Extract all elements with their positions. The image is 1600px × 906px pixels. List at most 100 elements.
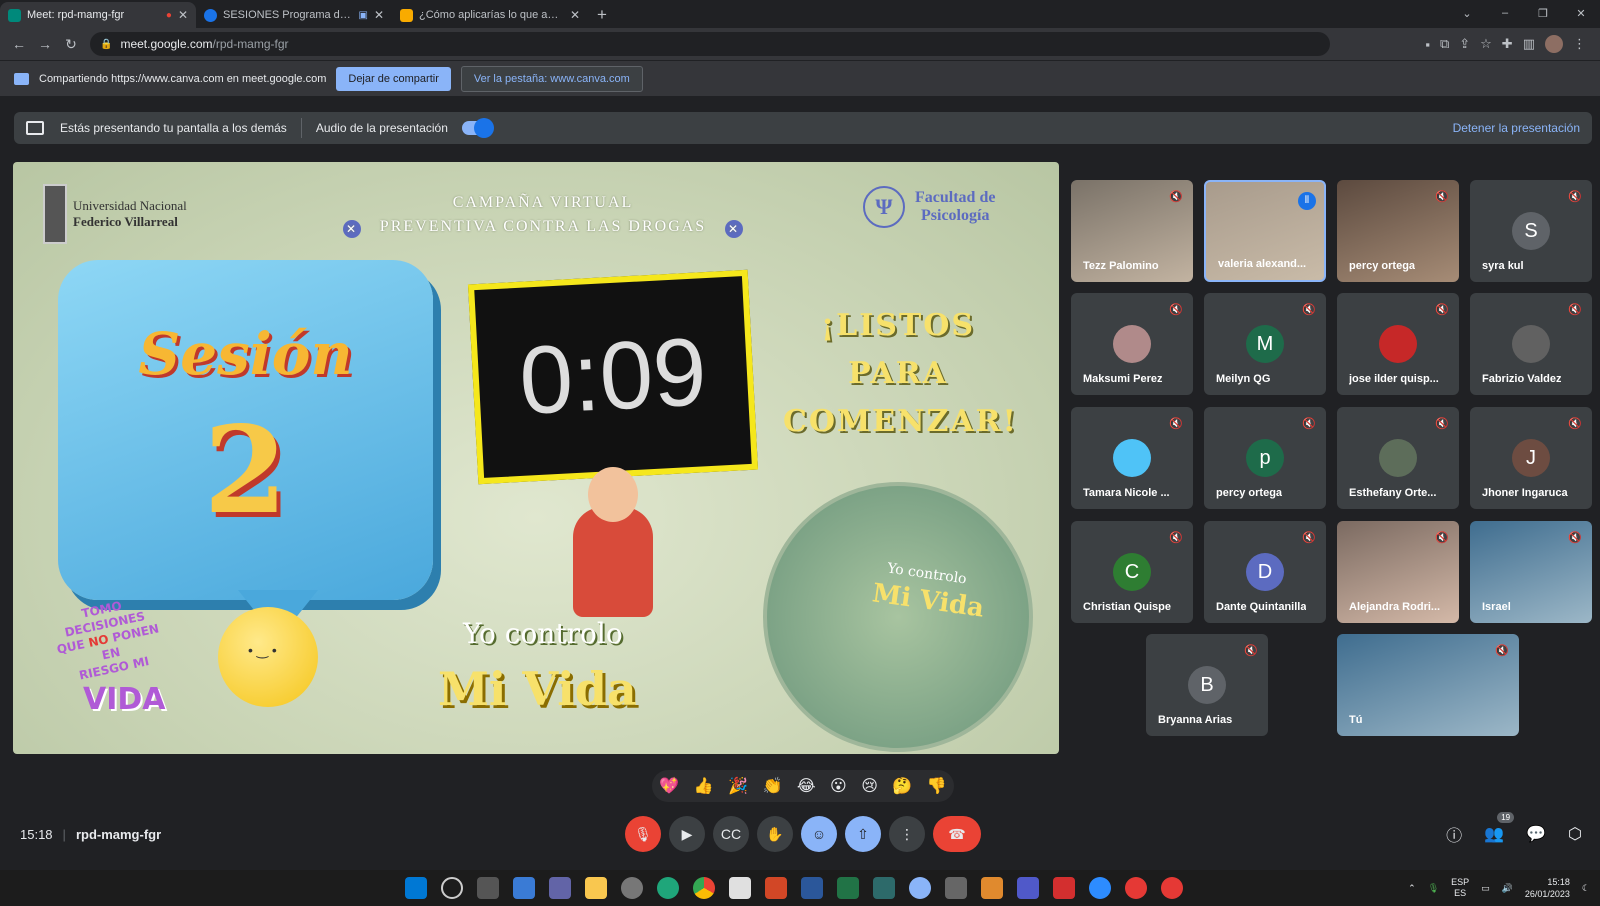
mic-muted-icon: 🔇 <box>1568 532 1582 544</box>
participant-tile[interactable]: 🔇 Alejandra Rodri... <box>1337 521 1459 623</box>
clock[interactable]: 15:18 26/01/2023 <box>1525 876 1570 900</box>
record-icon[interactable] <box>1161 877 1183 899</box>
reaction-emoji-button[interactable]: 😂 <box>797 776 816 796</box>
forward-arrow-icon[interactable]: → <box>32 36 58 52</box>
participant-avatar <box>1512 325 1550 363</box>
view-tab-button[interactable]: Ver la pestaña: www.canva.com <box>460 65 643 92</box>
participant-tile[interactable]: 🔇 Maksumi Perez <box>1071 293 1193 395</box>
side-panel-icon[interactable]: ▥ <box>1523 36 1535 52</box>
extensions-puzzle-icon[interactable]: ✚ <box>1502 36 1513 52</box>
chrome-menu-icon[interactable]: ⋮ <box>1573 36 1586 52</box>
media-player-icon[interactable] <box>981 877 1003 899</box>
windows-start-icon[interactable] <box>405 877 427 899</box>
minimize-icon[interactable]: – <box>1486 0 1524 26</box>
tab-meet[interactable]: Meet: rpd-mamg-fgr ● ✕ <box>0 2 196 28</box>
participant-tile[interactable]: 🔇 Israel <box>1470 521 1592 623</box>
zoom-icon[interactable] <box>1089 877 1111 899</box>
stop-sharing-button[interactable]: Dejar de compartir <box>336 66 451 91</box>
tab-sesiones[interactable]: SESIONES Programa de prev ▣ ✕ <box>196 2 392 28</box>
participant-tile[interactable]: 🔇 Esthefany Orte... <box>1337 407 1459 509</box>
reaction-emoji-button[interactable]: 👏 <box>762 776 782 796</box>
reload-icon[interactable]: ↻ <box>58 36 84 53</box>
side-controls: ⓘ 👥 19 💬 ⬡ <box>1446 812 1582 846</box>
camera-button[interactable]: ▶ <box>669 816 705 852</box>
restore-icon[interactable]: ❐ <box>1524 0 1562 26</box>
activities-icon[interactable]: ⬡ <box>1568 824 1582 844</box>
participant-tile[interactable]: 🔇 Tezz Palomino <box>1071 180 1193 282</box>
close-tab-icon[interactable]: ✕ <box>178 8 188 22</box>
mic-off-button[interactable]: 🎙 <box>625 816 661 852</box>
teams-chat-icon[interactable] <box>549 877 571 899</box>
reaction-emoji-button[interactable]: 🤔 <box>892 776 912 796</box>
reaction-emoji-button[interactable]: 💖 <box>659 776 679 796</box>
raise-hand-button[interactable]: ✋ <box>757 816 793 852</box>
url-field[interactable]: 🔒 meet.google.com/rpd-mamg-fgr <box>90 32 1330 56</box>
profile-avatar[interactable] <box>1545 35 1563 53</box>
language-indicator[interactable]: ESP ES <box>1451 877 1469 899</box>
stop-presentation-button[interactable]: Detener la presentación <box>1453 121 1580 135</box>
app-icon[interactable] <box>873 877 895 899</box>
presentation-audio-toggle[interactable] <box>461 118 494 138</box>
captions-button[interactable]: CC <box>713 816 749 852</box>
chat-icon[interactable]: 💬 <box>1526 824 1546 844</box>
more-options-button[interactable]: ⋮ <box>889 816 925 852</box>
notifications-icon[interactable]: ☾ <box>1582 883 1590 894</box>
mic-muted-icon: 🔇 <box>1169 191 1183 203</box>
record-icon[interactable] <box>1125 877 1147 899</box>
close-tab-icon[interactable]: ✕ <box>570 8 580 22</box>
participant-tile[interactable]: p 🔇 percy ortega <box>1204 407 1326 509</box>
participant-tile[interactable]: 🔇 Tamara Nicole ... <box>1071 407 1193 509</box>
participant-tile[interactable]: 🔇 Tú <box>1337 634 1519 736</box>
camera-icon[interactable]: ▪ <box>1425 37 1430 52</box>
task-view-icon[interactable] <box>477 877 499 899</box>
share-icon[interactable]: ⇪ <box>1459 36 1470 52</box>
participant-tile[interactable]: 🔇 Fabrizio Valdez <box>1470 293 1592 395</box>
meeting-details-icon[interactable]: ⓘ <box>1446 822 1462 846</box>
teams-icon[interactable] <box>1017 877 1039 899</box>
participant-tile[interactable]: J 🔇 Jhoner Ingaruca <box>1470 407 1592 509</box>
present-button[interactable]: ⇧ <box>845 816 881 852</box>
chrome-icon[interactable] <box>693 877 715 899</box>
chevron-up-icon[interactable]: ⌃ <box>1408 883 1416 894</box>
mic-icon[interactable]: 🎙 <box>1428 883 1439 894</box>
participant-tile[interactable]: D 🔇 Dante Quintanilla <box>1204 521 1326 623</box>
excel-icon[interactable] <box>837 877 859 899</box>
tab-search-icon[interactable]: ⌄ <box>1448 0 1486 26</box>
participant-tile[interactable]: 🔇 percy ortega <box>1337 180 1459 282</box>
widgets-icon[interactable] <box>513 877 535 899</box>
reaction-emoji-button[interactable]: 👍 <box>694 776 714 796</box>
close-tab-icon[interactable]: ✕ <box>374 8 384 22</box>
participant-tile[interactable]: ⦀ valeria alexand... <box>1204 180 1326 282</box>
camera-app-icon[interactable] <box>945 877 967 899</box>
tab-como-aplicarias[interactable]: ¿Cómo aplicarías lo que aprendis ✕ <box>392 2 588 28</box>
snipping-tool-icon[interactable] <box>729 877 751 899</box>
reactions-button[interactable]: ☺ <box>801 816 837 852</box>
acrobat-icon[interactable] <box>1053 877 1075 899</box>
participant-avatar: p <box>1246 439 1284 477</box>
file-explorer-icon[interactable] <box>585 877 607 899</box>
edge-icon[interactable] <box>657 877 679 899</box>
people-icon[interactable]: 👥 19 <box>1484 812 1515 844</box>
new-tab-button[interactable]: + <box>588 2 616 28</box>
leave-call-button[interactable]: ☎ <box>933 816 981 852</box>
translate-icon[interactable]: ⧉ <box>1440 36 1449 52</box>
powerpoint-icon[interactable] <box>765 877 787 899</box>
app-icon[interactable] <box>909 877 931 899</box>
reaction-emoji-button[interactable]: 😮 <box>830 776 847 796</box>
bookmark-star-icon[interactable]: ☆ <box>1480 36 1492 52</box>
settings-icon[interactable] <box>621 877 643 899</box>
back-arrow-icon[interactable]: ← <box>6 36 32 52</box>
search-icon[interactable] <box>441 877 463 899</box>
word-icon[interactable] <box>801 877 823 899</box>
network-icon[interactable]: ▭ <box>1481 883 1490 894</box>
participant-tile[interactable]: S 🔇 syra kul <box>1470 180 1592 282</box>
volume-icon[interactable]: 🔊 <box>1502 883 1513 894</box>
close-window-icon[interactable]: ✕ <box>1562 0 1600 26</box>
reaction-emoji-button[interactable]: 😢 <box>861 776 878 796</box>
participant-tile[interactable]: B 🔇 Bryanna Arias <box>1146 634 1268 736</box>
participant-tile[interactable]: M 🔇 Meilyn QG <box>1204 293 1326 395</box>
participant-tile[interactable]: C 🔇 Christian Quispe <box>1071 521 1193 623</box>
reaction-emoji-button[interactable]: 👎 <box>927 776 947 796</box>
reaction-emoji-button[interactable]: 🎉 <box>728 776 748 796</box>
participant-tile[interactable]: 🔇 jose ilder quisp... <box>1337 293 1459 395</box>
